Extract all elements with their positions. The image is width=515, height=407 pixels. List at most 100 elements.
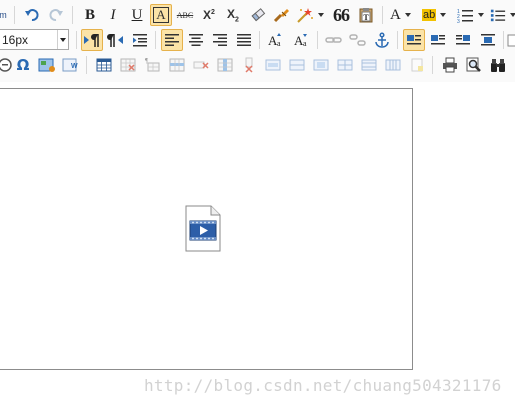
uppercase-icon: A a [268,33,281,48]
merge-cells-icon [265,59,281,71]
chart-button[interactable] [406,54,428,76]
indent-button[interactable] [129,29,151,51]
merge-right-button[interactable] [286,54,308,76]
justify-full-button[interactable] [233,29,255,51]
merge-cells-button[interactable] [262,54,284,76]
autotypeset-button[interactable] [295,4,325,26]
chevron-down-icon [404,13,411,17]
subscript-icon: X2 [227,6,239,24]
eraser-icon [251,8,266,22]
direction-ltr-button[interactable] [81,29,103,51]
bold-button[interactable]: B [79,4,101,26]
lowercase-icon: A a [294,33,307,48]
editor-toolbar: m B I U A ABC X2 X2 66 T A ab 1 2 3 16px… [0,0,515,82]
special-chars-button[interactable]: Ω [12,54,34,76]
svg-text:3: 3 [457,19,460,23]
image-center-icon [481,34,495,46]
image-left-button[interactable] [427,29,449,51]
separator [317,31,318,49]
insert-frame-button[interactable] [36,54,58,76]
video-file-icon[interactable] [185,205,221,252]
separator [76,31,77,49]
to-uppercase-button[interactable]: A a [265,29,287,51]
undo-button[interactable] [21,4,43,26]
chevron-down-icon [510,13,515,17]
chevron-down-icon [318,13,324,17]
align-center-icon [189,34,203,46]
source-button[interactable]: m [0,4,10,26]
font-size-value: 16px [2,32,29,47]
italic-button[interactable]: I [102,4,124,26]
image-icon [507,34,515,47]
numbered-list-icon: 1 2 3 [457,9,473,23]
delete-col-button[interactable] [238,54,260,76]
split-to-cols-button[interactable] [382,54,404,76]
justify-left-button[interactable] [161,29,183,51]
highlight-color-icon: ab [422,9,437,21]
toolbar-row-2: 16px A a A a [0,28,515,54]
underline-button[interactable]: U [126,4,148,26]
insert-image-button[interactable] [506,29,515,51]
toolbar-row-1: m B I U A ABC X2 X2 66 T A ab 1 2 3 [0,3,515,29]
underline-icon: U [131,6,143,23]
image-none-button[interactable] [403,29,425,51]
subscript-button[interactable]: X2 [222,4,244,26]
strikethrough-icon: ABC [176,10,194,20]
delete-row-button[interactable] [190,54,212,76]
clipboard-text-icon: T [359,8,373,23]
insert-paragraph-before-table-button[interactable]: ¶ [141,54,163,76]
anchor-button[interactable] [371,29,393,51]
image-center-button[interactable] [477,29,499,51]
unordered-list-button[interactable] [489,4,515,26]
font-size-select[interactable]: 16px [0,29,69,50]
bullet-list-icon [490,9,506,22]
redo-button[interactable] [45,4,67,26]
search-replace-button[interactable] [487,54,509,76]
word-image-button[interactable]: W [60,54,82,76]
justify-center-button[interactable] [185,29,207,51]
format-painter-button[interactable] [271,4,293,26]
indent-icon [133,34,147,47]
insert-row-button[interactable] [166,54,188,76]
image-left-icon [431,35,445,45]
blockquote-button[interactable]: 66 [329,4,353,26]
link-button[interactable] [323,29,345,51]
chevron-down-icon [478,13,484,17]
word-image-icon: W [62,58,78,72]
unlink-button[interactable] [347,29,369,51]
align-right-icon [213,34,227,46]
table-insert-col-icon [217,58,233,72]
merge-down-button[interactable] [310,54,332,76]
magic-wand-icon [297,8,313,23]
omega-icon: Ω [16,56,30,74]
table-delete-row-icon [193,61,209,69]
superscript-button[interactable]: X2 [198,4,220,26]
justify-right-button[interactable] [209,29,231,51]
preview-button[interactable] [463,54,485,76]
print-button[interactable] [439,54,461,76]
direction-rtl-button[interactable] [105,29,127,51]
merge-right-icon [289,59,305,71]
map-icon [38,58,55,72]
split-to-cells-button[interactable] [334,54,356,76]
eraser-button[interactable] [247,4,269,26]
font-border-button[interactable]: A [150,4,172,26]
split-to-rows-button[interactable] [358,54,380,76]
font-border-icon: A [153,7,169,23]
image-right-button[interactable] [452,29,474,51]
anchor-icon [375,32,389,48]
paste-plain-button[interactable]: T [355,4,377,26]
insert-table-button[interactable] [93,54,115,76]
paragraph-before-table-icon: ¶ [145,57,160,72]
svg-text:T: T [363,13,369,22]
unlink-icon [349,34,366,46]
insert-col-button[interactable] [214,54,236,76]
delete-table-button[interactable] [117,54,139,76]
forecolor-button[interactable]: A [389,4,417,26]
backcolor-button[interactable]: ab [421,4,451,26]
ordered-list-button[interactable]: 1 2 3 [455,4,485,26]
to-lowercase-button[interactable]: A a [291,29,313,51]
split-cols-icon [385,59,401,71]
chevron-down-icon [57,30,68,49]
strikethrough-button[interactable]: ABC [174,4,196,26]
